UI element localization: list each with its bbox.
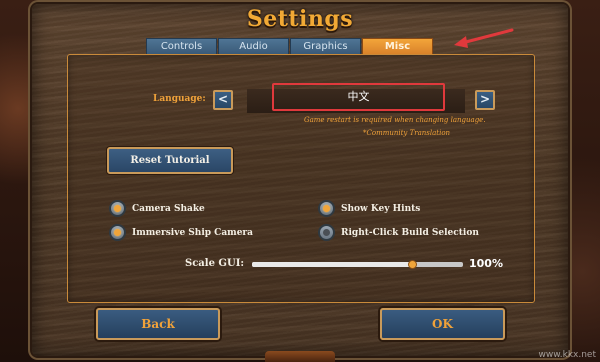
tab-misc[interactable]: Misc [362,38,433,54]
immersive-ship-camera-option[interactable]: Immersive Ship Camera [109,224,253,241]
back-button[interactable]: Back [96,308,220,340]
scale-gui-slider-fill [252,262,413,267]
tab-controls[interactable]: Controls [146,38,217,54]
community-translation-note: *Community Translation [363,129,451,137]
restart-note: Game restart is required when changing l… [304,116,486,124]
language-label: Language: [153,94,206,104]
immersive-ship-camera-radio[interactable] [109,224,126,241]
watermark: www.kkx.net [538,350,597,360]
show-key-hints-label: Show Key Hints [341,203,421,214]
show-key-hints-option[interactable]: Show Key Hints [318,200,420,217]
right-click-build-selection-radio[interactable] [318,224,335,241]
ok-button[interactable]: OK [380,308,505,340]
reset-tutorial-button[interactable]: Reset Tutorial [107,147,233,174]
language-next-button[interactable]: > [475,90,495,110]
scale-gui-label: Scale GUI: [185,258,245,269]
language-value: 中文 [272,83,445,111]
chevron-right-icon: > [479,92,491,106]
camera-shake-radio[interactable] [109,200,126,217]
right-click-build-selection-label: Right-Click Build Selection [341,227,479,238]
scale-gui-value: 100% [469,257,503,270]
show-key-hints-radio[interactable] [318,200,335,217]
camera-shake-label: Camera Shake [132,203,205,214]
immersive-ship-camera-label: Immersive Ship Camera [132,227,254,238]
chevron-left-icon: < [217,92,229,106]
scale-gui-slider[interactable] [252,260,463,269]
right-click-build-selection-option[interactable]: Right-Click Build Selection [318,224,479,241]
tab-graphics[interactable]: Graphics [290,38,361,54]
bottom-ornament [265,351,335,362]
language-prev-button[interactable]: < [213,90,233,110]
annotation-arrow-icon [454,28,514,48]
camera-shake-option[interactable]: Camera Shake [109,200,205,217]
tab-bar: Controls Audio Graphics Misc [146,38,434,54]
tab-audio[interactable]: Audio [218,38,289,54]
